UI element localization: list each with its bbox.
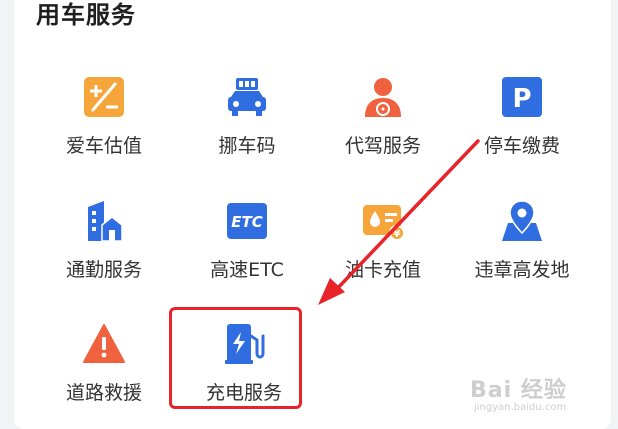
- watermark-sub: jingyan.baidu.com: [474, 402, 567, 413]
- annotation-arrow: [318, 139, 480, 305]
- watermark-main: Bai 经验: [470, 378, 567, 403]
- baidu-watermark: Bai 经验 jingyan.baidu.com: [470, 372, 567, 413]
